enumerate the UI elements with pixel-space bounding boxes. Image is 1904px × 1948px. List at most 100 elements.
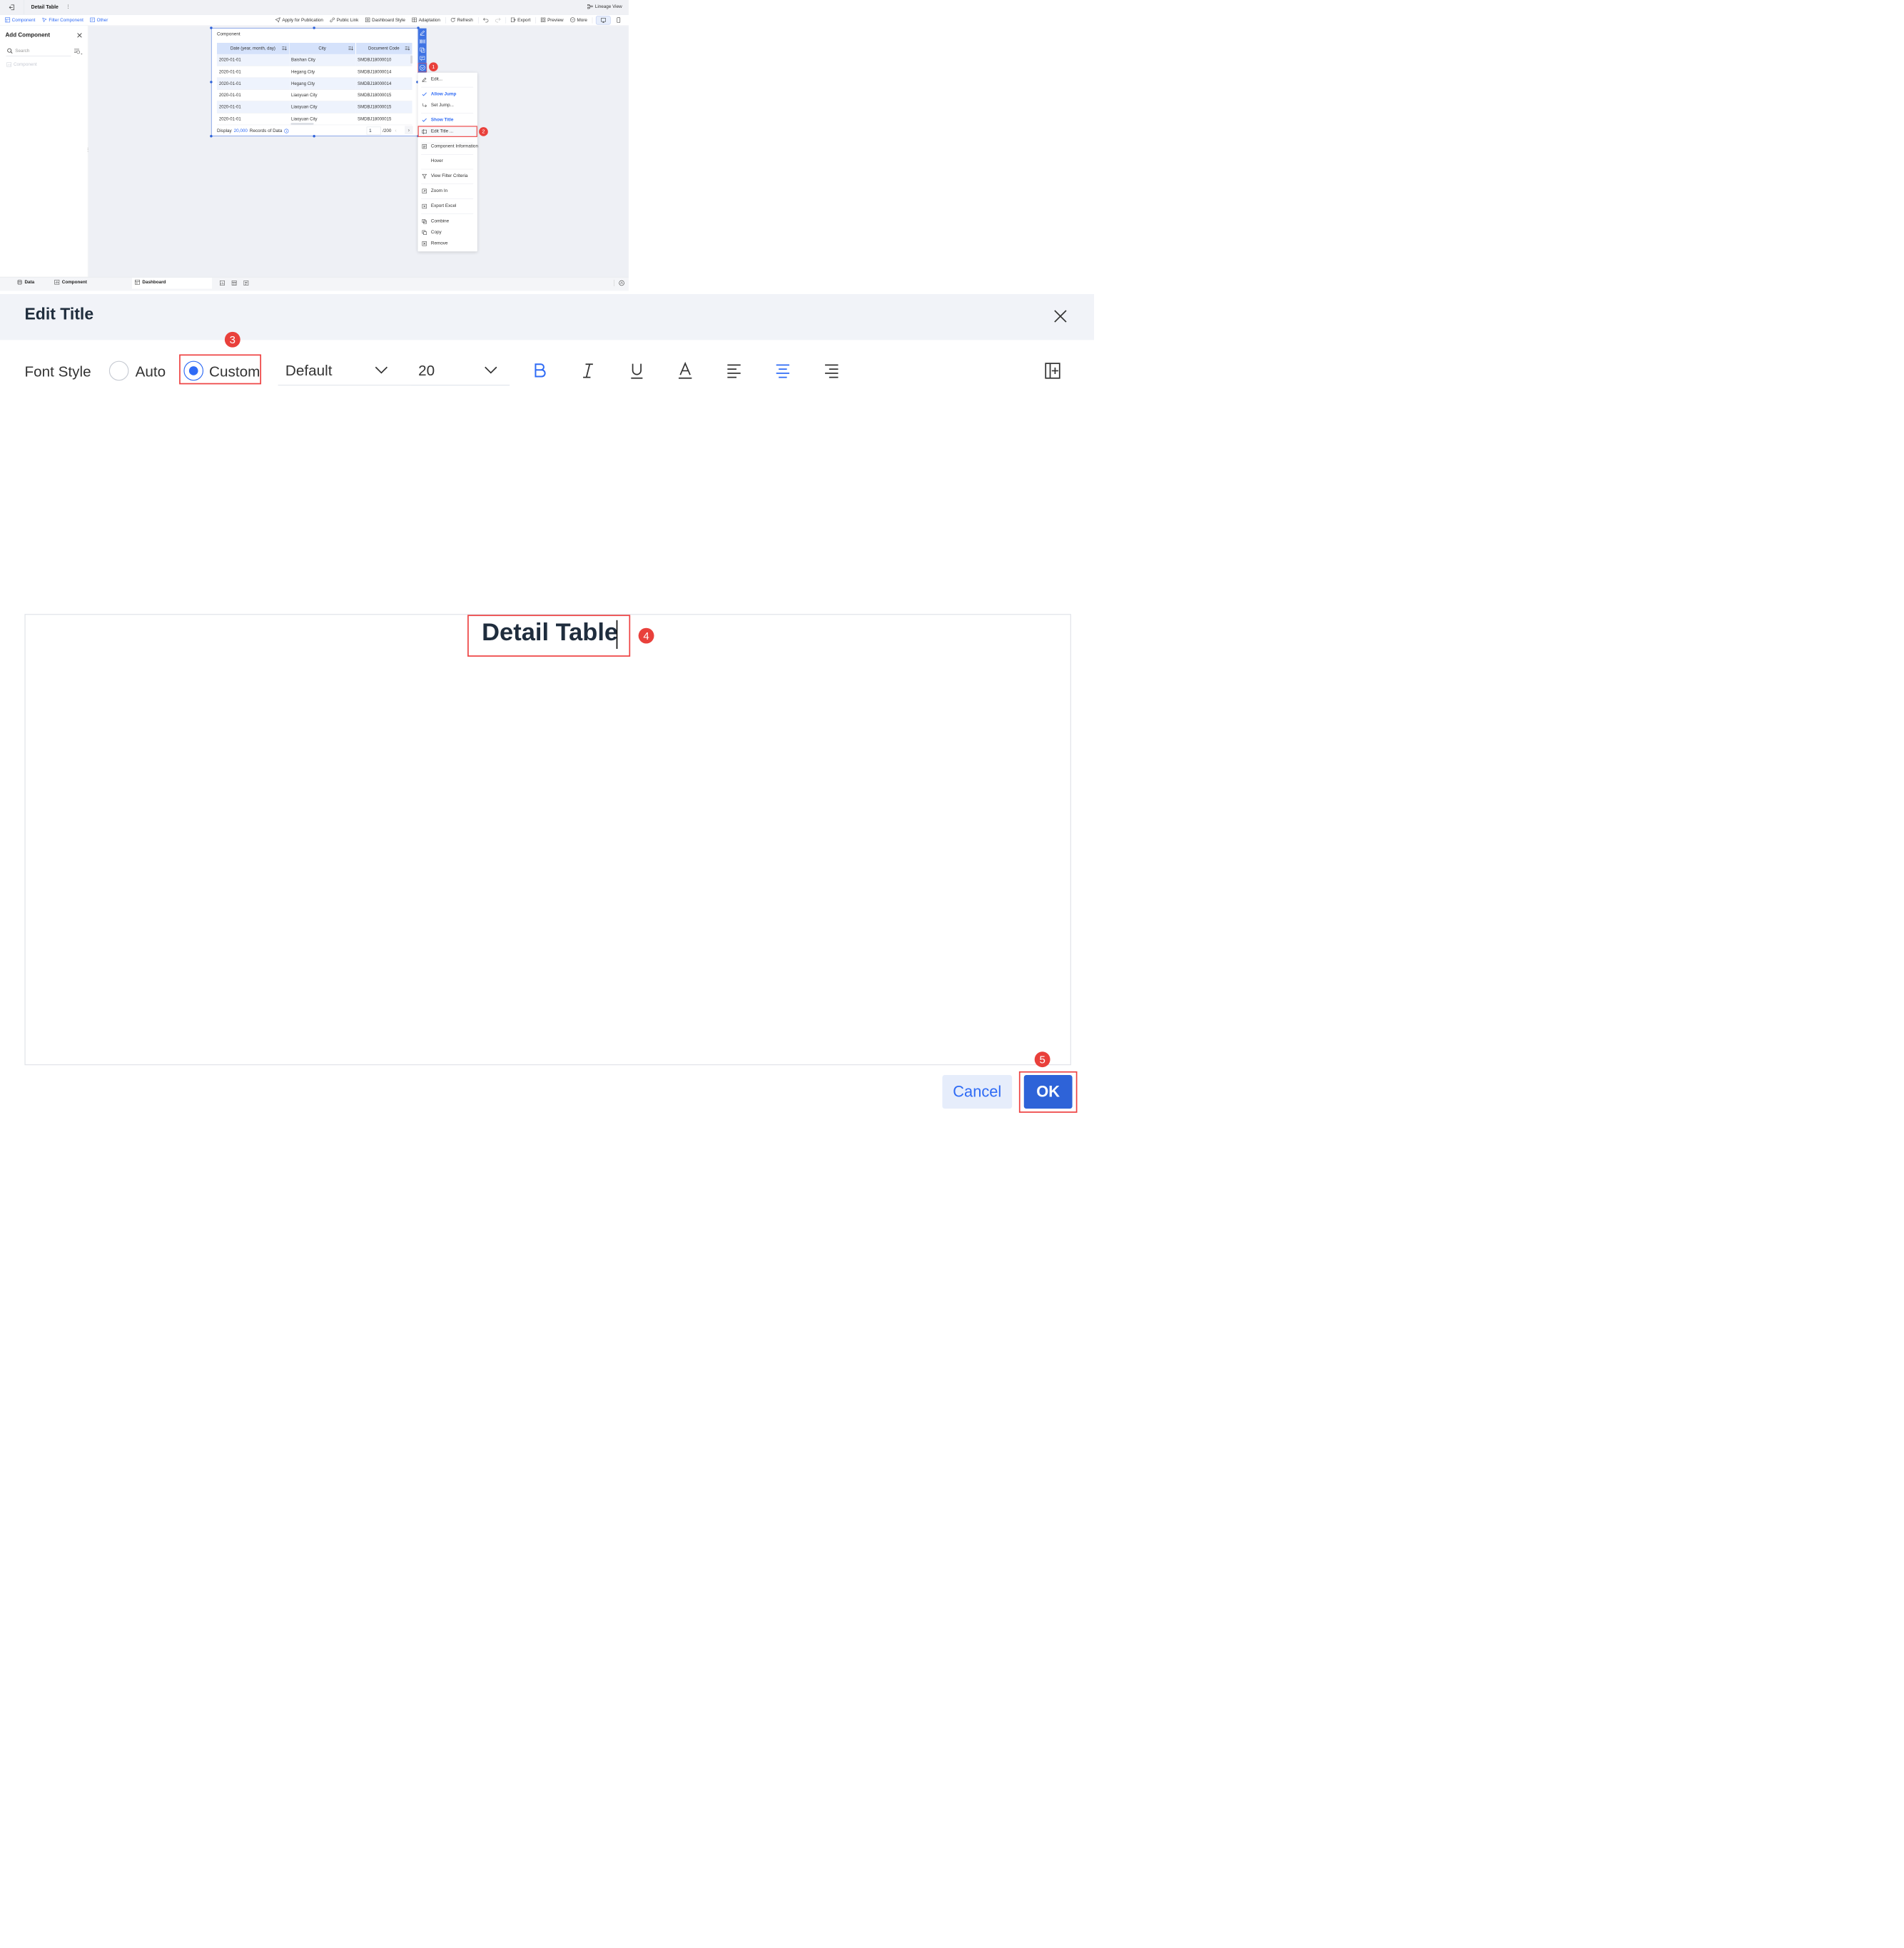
close-icon[interactable] <box>1052 308 1068 325</box>
italic-icon[interactable] <box>579 362 596 380</box>
page-number-input[interactable]: 1 <box>366 126 381 136</box>
more-icon <box>569 17 575 23</box>
apply-for-publication-button[interactable]: Apply for Publication <box>275 17 323 23</box>
desktop-view-button[interactable] <box>595 16 611 25</box>
add-component-button[interactable]: Component <box>5 17 35 23</box>
resize-handle[interactable] <box>210 26 213 29</box>
adaptation-icon <box>412 17 417 23</box>
menu-item-hover[interactable]: Hover <box>418 156 477 166</box>
horizontal-scrollbar[interactable] <box>290 123 314 125</box>
insert-variable-icon[interactable] <box>1045 362 1061 380</box>
menu-item-remove[interactable]: Remove <box>418 239 477 248</box>
underline-icon[interactable] <box>629 362 645 380</box>
search-input[interactable]: Search <box>6 46 71 56</box>
close-icon[interactable] <box>76 32 83 39</box>
align-center-icon[interactable] <box>774 362 791 380</box>
align-right-icon[interactable] <box>824 362 840 380</box>
tab-data[interactable]: Data <box>17 280 34 285</box>
tab-dashboard[interactable]: Dashboard <box>135 279 166 285</box>
menu-item-view-filter-criteria[interactable]: View Filter Criteria <box>418 172 477 181</box>
records-summary: Display 20,000 Records of Data <box>217 128 289 133</box>
check-icon <box>422 118 427 122</box>
copy-icon[interactable] <box>420 47 425 53</box>
collapse-icon[interactable] <box>619 280 624 286</box>
column-header-city[interactable]: City <box>289 42 356 54</box>
table-cell: 2020-01-01 <box>216 101 290 113</box>
back-icon[interactable] <box>8 4 15 11</box>
tab-component[interactable]: Component <box>54 279 87 285</box>
component-item-label: Component <box>13 61 37 67</box>
sort-icon[interactable] <box>281 46 287 51</box>
vertical-scrollbar[interactable] <box>410 55 413 64</box>
menu-item-show-title[interactable]: Show Title <box>418 116 477 125</box>
table-cell: 2020-01-01 <box>216 113 290 126</box>
highlight-box <box>467 615 631 657</box>
component-list-item[interactable]: Component <box>6 61 37 67</box>
edit-icon[interactable] <box>420 30 425 36</box>
next-page-icon[interactable]: › <box>405 126 413 134</box>
public-link-button[interactable]: Public Link <box>330 17 358 22</box>
bold-icon[interactable] <box>532 362 548 380</box>
detail-table-widget[interactable]: Component Date (year, month, day) City D… <box>211 28 419 136</box>
font-style-label: Font Style <box>24 363 91 380</box>
menu-item-zoom-in[interactable]: Zoom In <box>418 186 477 196</box>
more-button[interactable]: More <box>569 17 587 23</box>
other-button[interactable]: Other <box>90 17 108 22</box>
filter-component-button[interactable]: Filter Component <box>42 17 83 22</box>
resize-handle[interactable] <box>313 135 315 138</box>
menu-item-set-jump[interactable]: Set Jump... <box>418 101 477 110</box>
dashboard-style-button[interactable]: Dashboard Style <box>365 17 405 22</box>
column-header-document-code[interactable]: Document Code <box>355 42 412 54</box>
add-report-icon[interactable] <box>243 281 249 286</box>
column-header-date[interactable]: Date (year, month, day) <box>216 42 290 54</box>
export-button[interactable]: Export <box>510 17 530 22</box>
dashboard-icon <box>135 279 140 285</box>
menu-item-component-information[interactable]: Component Information <box>418 142 478 151</box>
public-link-label: Public Link <box>336 17 359 23</box>
auto-radio[interactable] <box>108 360 129 381</box>
chevron-down-icon[interactable] <box>373 364 390 376</box>
table-cell: SMDBJ18000015 <box>355 101 412 113</box>
dialog-header: Edit Title <box>0 293 1095 340</box>
menu-item-allow-jump[interactable]: Allow Jump <box>418 90 477 99</box>
comment-icon[interactable] <box>420 56 425 61</box>
preview-button[interactable]: Preview <box>540 17 564 22</box>
align-left-icon[interactable] <box>726 362 742 380</box>
add-table-icon[interactable] <box>231 281 238 286</box>
bottom-tab-bar: Data Component Dashboard <box>0 276 629 291</box>
resize-handle[interactable] <box>210 81 213 84</box>
prev-page-icon[interactable]: ‹ <box>395 128 396 133</box>
menu-item-export-excel[interactable]: Export Excel <box>418 202 477 211</box>
barcode-icon[interactable] <box>420 39 425 44</box>
divider <box>477 17 479 24</box>
menu-item-edit-title[interactable]: Edit Title ... <box>417 126 477 137</box>
menu-label: Edit... <box>430 76 443 82</box>
menu-item-combine[interactable]: Combine <box>418 217 477 226</box>
more-options-icon[interactable]: ⋮ <box>66 4 71 9</box>
menu-item-copy[interactable]: Copy <box>418 228 477 237</box>
undo-button[interactable] <box>483 17 489 23</box>
toolbar: Component Filter Component Other Apply f… <box>0 14 629 26</box>
cancel-button[interactable]: Cancel <box>942 1075 1013 1109</box>
sort-icon[interactable] <box>405 46 410 51</box>
info-icon[interactable] <box>284 128 289 133</box>
filter-settings-icon[interactable] <box>74 48 83 55</box>
lineage-icon <box>587 4 593 9</box>
resize-handle[interactable] <box>210 135 213 138</box>
menu-item-edit[interactable]: Edit... <box>418 75 477 84</box>
mobile-view-button[interactable] <box>616 17 621 23</box>
title-bar: Detail Table ⋮ Lineage View <box>0 0 629 15</box>
font-color-icon[interactable] <box>677 361 694 380</box>
sort-icon[interactable] <box>348 46 353 51</box>
refresh-button[interactable]: Refresh <box>450 17 473 22</box>
chart-icon <box>54 279 60 285</box>
adaptation-button[interactable]: Adaptation <box>412 17 440 22</box>
add-chart-icon[interactable] <box>219 281 226 286</box>
title-editor[interactable]: Detail Table <box>24 614 1071 1066</box>
lineage-view-button[interactable]: Lineage View <box>587 4 622 9</box>
chevron-down-icon[interactable] <box>482 364 499 376</box>
resize-handle[interactable] <box>313 26 315 29</box>
refresh-icon <box>450 17 455 22</box>
redo-button[interactable] <box>495 17 501 23</box>
table-cell: SMDBJ18000010 <box>355 54 412 66</box>
